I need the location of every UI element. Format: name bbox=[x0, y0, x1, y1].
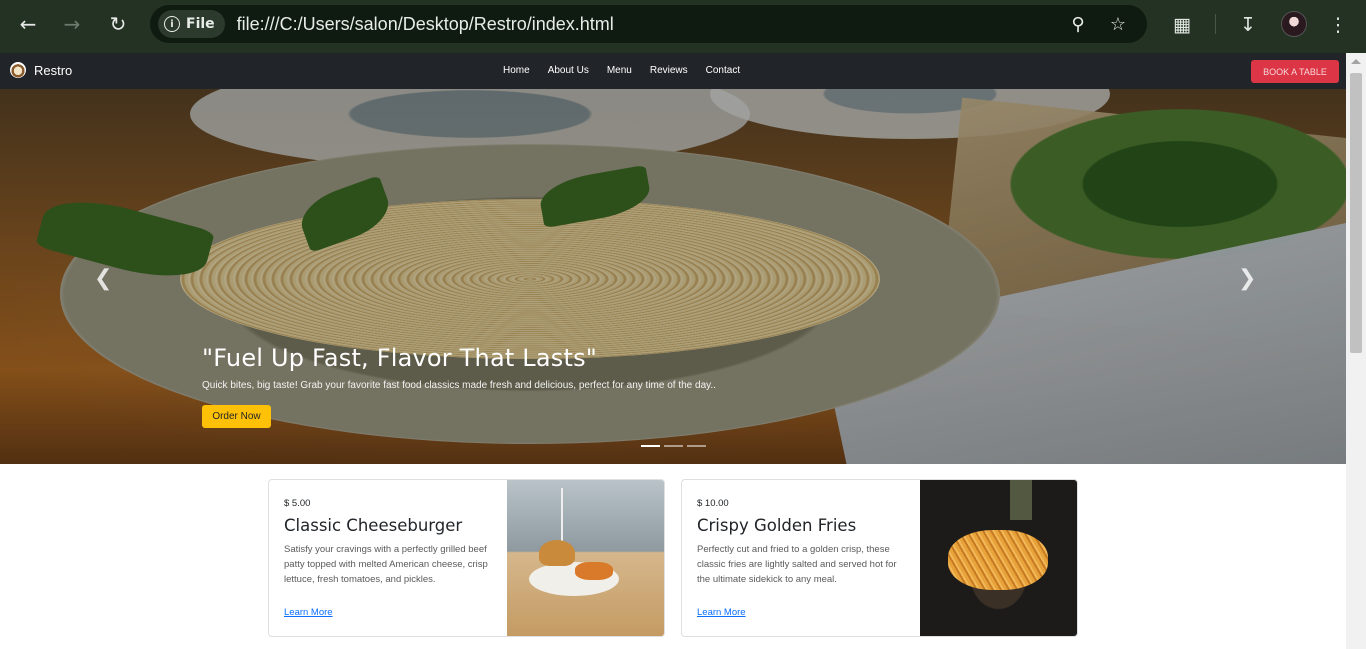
carousel-indicator[interactable] bbox=[641, 445, 660, 447]
url-text[interactable]: file:///C:/Users/salon/Desktop/Restro/in… bbox=[237, 14, 614, 35]
reload-icon[interactable]: ↻ bbox=[104, 10, 132, 38]
image-detail bbox=[1010, 480, 1032, 520]
brand-logo bbox=[10, 62, 26, 78]
carousel-next-icon[interactable]: ❯ bbox=[1238, 266, 1256, 291]
nav-reviews[interactable]: Reviews bbox=[650, 65, 688, 76]
menu-card-fries: $ 10.00 Crispy Golden Fries Perfectly cu… bbox=[681, 479, 1078, 637]
site-info-chip[interactable]: i File bbox=[158, 10, 225, 38]
card-price: $ 5.00 bbox=[284, 498, 311, 509]
learn-more-link[interactable]: Learn More bbox=[697, 607, 746, 618]
brand-name: Restro bbox=[34, 62, 73, 78]
download-icon[interactable]: ↧ bbox=[1235, 12, 1261, 38]
learn-more-link[interactable]: Learn More bbox=[284, 607, 333, 618]
hero-carousel: ❮ ❯ "Fuel Up Fast, Flavor That Lasts" Qu… bbox=[0, 89, 1346, 464]
nav-menu[interactable]: Menu bbox=[607, 65, 632, 76]
hero-heading: "Fuel Up Fast, Flavor That Lasts" bbox=[202, 344, 598, 372]
carousel-indicator[interactable] bbox=[664, 445, 683, 447]
nav-contact[interactable]: Contact bbox=[706, 65, 740, 76]
site-info-label: File bbox=[186, 16, 215, 32]
image-detail bbox=[561, 488, 563, 544]
scroll-up-icon[interactable] bbox=[1351, 59, 1361, 64]
address-bar[interactable]: i File file:///C:/Users/salon/Desktop/Re… bbox=[150, 5, 1147, 43]
forward-icon[interactable]: → bbox=[58, 10, 86, 38]
nav-home[interactable]: Home bbox=[503, 65, 530, 76]
order-now-button[interactable]: Order Now bbox=[202, 405, 271, 428]
card-title: Classic Cheeseburger bbox=[284, 516, 463, 535]
card-description: Satisfy your cravings with a perfectly g… bbox=[284, 544, 488, 585]
image-detail bbox=[948, 530, 1048, 590]
carousel-indicator[interactable] bbox=[687, 445, 706, 447]
carousel-prev-icon[interactable]: ❮ bbox=[94, 266, 112, 291]
scrollbar-thumb[interactable] bbox=[1350, 73, 1362, 353]
page-scrollbar[interactable] bbox=[1346, 53, 1366, 649]
fries-image bbox=[920, 480, 1077, 636]
cheeseburger-image bbox=[507, 480, 664, 636]
zoom-icon[interactable]: ⚲ bbox=[1068, 14, 1088, 35]
main-menu: Home About Us Menu Reviews Contact bbox=[503, 65, 740, 76]
back-icon[interactable]: ← bbox=[14, 10, 42, 38]
card-title: Crispy Golden Fries bbox=[697, 516, 857, 535]
bookmark-star-icon[interactable]: ☆ bbox=[1108, 14, 1128, 35]
nav-about-us[interactable]: About Us bbox=[548, 65, 589, 76]
book-table-button[interactable]: BOOK A TABLE bbox=[1251, 60, 1339, 83]
profile-avatar[interactable] bbox=[1281, 11, 1307, 37]
browser-toolbar: ← → ↻ i File file:///C:/Users/salon/Desk… bbox=[0, 0, 1366, 53]
hero-caption: "Fuel Up Fast, Flavor That Lasts" Quick … bbox=[202, 344, 716, 391]
site-navbar: Restro Home About Us Menu Reviews Contac… bbox=[0, 53, 1346, 89]
carousel-indicators bbox=[641, 445, 706, 447]
card-price: $ 10.00 bbox=[697, 498, 729, 509]
toolbar-divider bbox=[1215, 14, 1216, 34]
brand[interactable]: Restro bbox=[10, 62, 72, 78]
extensions-icon[interactable]: ▦ bbox=[1169, 12, 1195, 38]
info-icon: i bbox=[164, 16, 180, 32]
more-menu-icon[interactable]: ⋮ bbox=[1325, 12, 1351, 38]
image-detail bbox=[575, 562, 613, 580]
menu-card-cheeseburger: $ 5.00 Classic Cheeseburger Satisfy your… bbox=[268, 479, 665, 637]
hero-subtext: Quick bites, big taste! Grab your favori… bbox=[202, 380, 716, 391]
image-detail bbox=[539, 540, 575, 566]
card-description: Perfectly cut and fried to a golden cris… bbox=[697, 544, 897, 585]
web-page: Restro Home About Us Menu Reviews Contac… bbox=[0, 53, 1346, 649]
